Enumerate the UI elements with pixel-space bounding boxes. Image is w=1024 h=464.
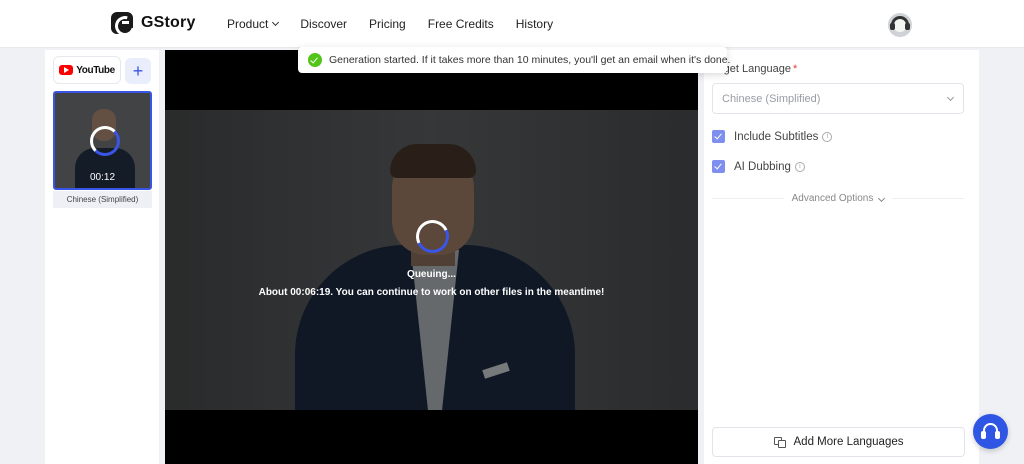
include-subtitles-option[interactable]: Include Subtitles i bbox=[712, 130, 833, 143]
chevron-down-icon bbox=[946, 93, 955, 102]
target-language-label: rget Language * bbox=[720, 63, 797, 75]
brand-logo[interactable]: GStory bbox=[111, 12, 196, 34]
include-subtitles-label: Include Subtitles bbox=[734, 130, 819, 143]
required-mark: * bbox=[792, 63, 798, 75]
youtube-icon bbox=[59, 65, 74, 75]
nav-product[interactable]: Product bbox=[227, 17, 280, 31]
translate-icon bbox=[773, 436, 786, 448]
youtube-tab-label: YouTube bbox=[76, 64, 115, 76]
add-more-languages-label: Add More Languages bbox=[793, 436, 904, 448]
headset-cup-left bbox=[981, 431, 986, 439]
divider bbox=[892, 197, 964, 199]
brand-name: GStory bbox=[141, 14, 196, 31]
advanced-options-toggle[interactable]: Advanced Options bbox=[712, 191, 964, 205]
ai-dubbing-checkbox[interactable] bbox=[712, 160, 725, 173]
info-icon[interactable]: i bbox=[822, 131, 833, 142]
chevron-down-icon bbox=[272, 18, 280, 27]
nav-free-credits[interactable]: Free Credits bbox=[428, 17, 494, 31]
settings-panel: rget Language * Chinese (Simplified) Incl… bbox=[704, 50, 979, 464]
advanced-options-text: Advanced Options bbox=[791, 192, 874, 204]
include-subtitles-checkbox[interactable] bbox=[712, 130, 725, 143]
support-chat-button[interactable] bbox=[973, 414, 1008, 449]
add-more-languages-button[interactable]: Add More Languages bbox=[712, 427, 965, 457]
info-icon[interactable]: i bbox=[794, 161, 805, 172]
nav-product-label: Product bbox=[227, 17, 269, 31]
nav-pricing[interactable]: Pricing bbox=[369, 17, 406, 31]
nav-discover-label: Discover bbox=[300, 17, 348, 31]
nav-free-credits-label: Free Credits bbox=[427, 17, 494, 31]
nav-history-label: History bbox=[515, 17, 554, 31]
source-panel: YouTube + 00:12 Chinese (Simplified) bbox=[45, 50, 159, 464]
thumbnail-language-label: Chinese (Simplified) bbox=[53, 191, 152, 208]
nav-pricing-label: Pricing bbox=[369, 17, 406, 31]
video-frame bbox=[165, 110, 698, 410]
avatar-ear-left bbox=[890, 23, 895, 30]
video-thumbnail[interactable]: 00:12 bbox=[53, 91, 152, 190]
top-navbar: GStory Product Discover Pricing Free Cre… bbox=[0, 0, 1024, 48]
avatar-ear-right bbox=[905, 23, 910, 30]
add-source-button[interactable]: + bbox=[125, 58, 151, 84]
success-toast: Generation started. If it takes more tha… bbox=[298, 47, 731, 73]
gstory-logo-icon bbox=[111, 12, 133, 34]
youtube-source-tab[interactable]: YouTube bbox=[53, 56, 121, 84]
ai-dubbing-option[interactable]: AI Dubbing i bbox=[712, 160, 805, 173]
divider bbox=[712, 197, 784, 199]
target-language-select[interactable]: Chinese (Simplified) bbox=[712, 83, 964, 114]
thumbnail-duration: 00:12 bbox=[89, 172, 116, 183]
target-language-label-text: rget Language bbox=[720, 63, 791, 75]
target-language-value: Chinese (Simplified) bbox=[722, 92, 821, 105]
queue-eta-message: About 00:06:19. You can continue to work… bbox=[258, 287, 605, 298]
advanced-options-label: Advanced Options bbox=[791, 192, 886, 204]
user-avatar[interactable] bbox=[888, 13, 912, 37]
nav-discover[interactable]: Discover bbox=[300, 17, 347, 31]
success-check-icon bbox=[308, 53, 322, 67]
video-preview: Queuing... About 00:06:19. You can conti… bbox=[165, 50, 698, 464]
toast-message: Generation started. If it takes more tha… bbox=[329, 54, 731, 66]
loading-spinner-icon bbox=[90, 126, 120, 156]
nav-history[interactable]: History bbox=[516, 17, 553, 31]
ai-dubbing-label: AI Dubbing bbox=[734, 160, 791, 173]
headset-cup-right bbox=[995, 431, 1000, 439]
processing-overlay bbox=[165, 110, 698, 410]
chevron-down-icon bbox=[878, 194, 886, 202]
queue-status: Queuing... bbox=[407, 269, 456, 280]
main-nav: Product Discover Pricing Free Credits Hi… bbox=[227, 17, 553, 31]
